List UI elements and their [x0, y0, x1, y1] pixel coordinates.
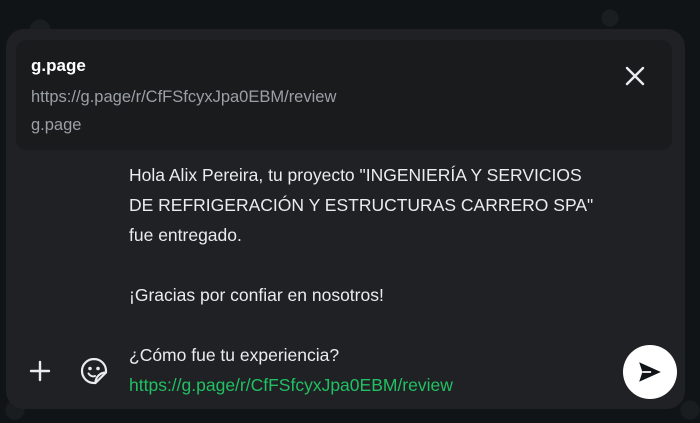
message-review-link[interactable]: https://g.page/r/CfFSfcyxJpa0EBM/review — [129, 370, 599, 400]
link-preview-title: g.page — [31, 56, 86, 75]
sticker-icon — [80, 357, 108, 385]
close-preview-button[interactable] — [620, 61, 650, 91]
message-line-thanks: ¡Gracias por confiar en nosotros! — [129, 285, 384, 305]
attach-button[interactable] — [25, 356, 55, 386]
send-icon — [639, 362, 661, 382]
message-input[interactable]: Hola Alix Pereira, tu proyecto "INGENIER… — [129, 160, 599, 400]
plus-icon — [29, 360, 51, 382]
send-button[interactable] — [623, 345, 677, 399]
message-line-greeting: Hola Alix Pereira, tu proyecto "INGENIER… — [129, 165, 594, 245]
message-line-question: ¿Cómo fue tu experiencia? — [129, 345, 340, 365]
sticker-button[interactable] — [79, 356, 109, 386]
close-icon — [625, 66, 645, 86]
link-preview-domain: g.page — [31, 116, 82, 134]
link-preview-url: https://g.page/r/CfFSfcyxJpa0EBM/review — [31, 88, 337, 106]
